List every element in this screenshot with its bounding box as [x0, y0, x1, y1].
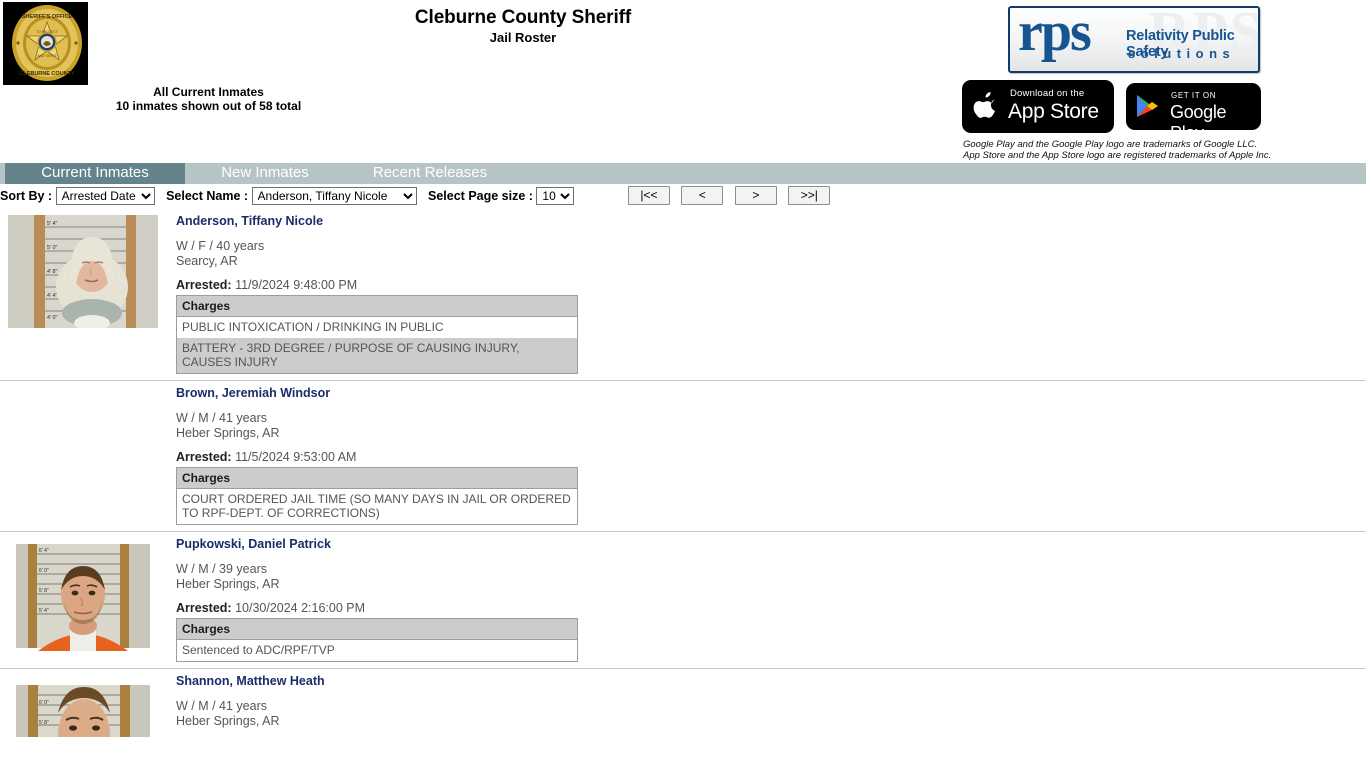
google-play-button[interactable]: GET IT ON Google Play — [1126, 83, 1261, 130]
inmate-roster: 5' 4" 5' 0" 4' 8" 4' 4" 4' 0" Anderson, Ti… — [0, 209, 1366, 768]
inmate-row: 6' 4" 6' 0" 5' 8" 5' 4" Pupkowski, Daniel … — [0, 532, 1366, 669]
svg-text:5' 4": 5' 4" — [47, 221, 58, 227]
arrested-label: Arrested: — [176, 278, 232, 292]
inmate-name-link[interactable]: Shannon, Matthew Heath — [176, 674, 325, 688]
inmate-row: 5' 4" 5' 0" 4' 8" 4' 4" 4' 0" Anderson, Ti… — [0, 209, 1366, 381]
inmate-demographics: W / M / 41 years Heber Springs, AR — [176, 699, 280, 728]
pager-last-button[interactable]: >>| — [788, 186, 831, 205]
pager-next-button[interactable]: > — [734, 186, 777, 205]
charges-header: Charges — [176, 467, 578, 489]
svg-text:5' 8": 5' 8" — [39, 588, 49, 594]
mugshot-image: 6' 4" 6' 0" 5' 8" 5' 4" — [8, 538, 158, 651]
roster-summary: All Current Inmates 10 inmates shown out… — [0, 85, 417, 113]
charge-text: PUBLIC INTOXICATION / DRINKING IN PUBLIC — [176, 316, 578, 338]
svg-text:5' 4": 5' 4" — [39, 608, 49, 614]
charge-text: BATTERY - 3RD DEGREE / PURPOSE OF CAUSIN… — [176, 338, 578, 374]
select-name-select[interactable]: Anderson, Tiffany NicoleBrown, Jeremiah … — [251, 186, 417, 205]
sort-by-select[interactable]: Arrested DateName — [55, 186, 155, 205]
roster-tabbar: Current Inmates New Inmates Recent Relea… — [0, 163, 1366, 184]
inmate-details: Anderson, Tiffany Nicole W / F / 40 year… — [176, 209, 1366, 374]
charge-row: BATTERY - 3RD DEGREE / PURPOSE OF CAUSIN… — [176, 338, 578, 374]
tab-new-inmates[interactable]: New Inmates — [190, 163, 340, 184]
inmate-row: 6' 0" 5' 8" Shannon, Matthew Heath W / M … — [0, 669, 1366, 768]
google-play-small-label: GET IT ON — [1171, 91, 1217, 100]
page-header: SHERIFF'S OFFICE CLEBURNE COUNTY TO PROT… — [0, 0, 1366, 163]
app-store-button[interactable]: Download on the App Store — [962, 80, 1114, 133]
inmate-name-link[interactable]: Anderson, Tiffany Nicole — [176, 214, 323, 228]
app-store-small-label: Download on the — [1010, 88, 1085, 99]
svg-text:4' 0": 4' 0" — [47, 315, 58, 321]
inmate-details: Pupkowski, Daniel Patrick W / M / 39 yea… — [176, 532, 1366, 662]
svg-text:6' 4": 6' 4" — [39, 548, 49, 554]
svg-text:AND SERVE: AND SERVE — [37, 54, 57, 58]
inmate-name-link[interactable]: Pupkowski, Daniel Patrick — [176, 537, 331, 551]
rps-wordmark: rps — [1018, 6, 1092, 63]
trademark-notice: Google Play and the Google Play logo are… — [963, 139, 1271, 161]
charge-row: COURT ORDERED JAIL TIME (SO MANY DAYS IN… — [176, 488, 578, 525]
charge-row: Sentenced to ADC/RPF/TVP — [176, 639, 578, 662]
trademark-line-1: Google Play and the Google Play logo are… — [963, 139, 1258, 150]
svg-text:CLEBURNE COUNTY: CLEBURNE COUNTY — [19, 71, 75, 77]
arrested-value: 11/9/2024 9:48:00 PM — [235, 278, 358, 292]
tab-current-inmates[interactable]: Current Inmates — [5, 163, 185, 184]
charges-header: Charges — [176, 295, 578, 317]
inmate-demographics: W / M / 41 years Heber Springs, AR — [176, 411, 280, 440]
charge-row: PUBLIC INTOXICATION / DRINKING IN PUBLIC — [176, 316, 578, 338]
arrested-value: 10/30/2024 2:16:00 PM — [235, 601, 366, 615]
inmate-details: Brown, Jeremiah Windsor W / M / 41 years… — [176, 381, 1366, 525]
inmate-arrested: Arrested: 11/5/2024 9:53:00 AM — [176, 450, 1366, 464]
charges-table: Charges COURT ORDERED JAIL TIME (SO MANY… — [176, 467, 578, 525]
svg-text:4' 4": 4' 4" — [47, 293, 58, 299]
mugshot-image: 6' 0" 5' 8" — [8, 675, 158, 737]
inmate-arrested: Arrested: 11/9/2024 9:48:00 PM — [176, 278, 1366, 292]
charge-text: Sentenced to ADC/RPF/TVP — [176, 639, 578, 662]
charges-table: Charges PUBLIC INTOXICATION / DRINKING I… — [176, 295, 578, 374]
trademark-line-2: App Store and the App Store logo are reg… — [963, 150, 1272, 161]
rps-tagline-2: solutions — [1128, 46, 1236, 61]
pager-first-button[interactable]: |<< — [627, 186, 670, 205]
page-subtitle: Jail Roster — [489, 30, 557, 45]
roster-summary-line1: All Current Inmates — [153, 85, 264, 99]
page-size-select[interactable]: 102550 — [536, 186, 575, 205]
inmate-mugshot: 6' 0" 5' 8" — [8, 675, 158, 768]
svg-text:6' 0": 6' 0" — [39, 568, 49, 574]
tab-recent-releases[interactable]: Recent Releases — [350, 163, 510, 184]
inmate-name-link[interactable]: Brown, Jeremiah Windsor — [176, 386, 330, 400]
inmate-mugshot: 6' 4" 6' 0" 5' 8" 5' 4" — [8, 538, 158, 651]
svg-text:6' 0": 6' 0" — [39, 700, 49, 706]
charges-table: Charges Sentenced to ADC/RPF/TVP — [176, 618, 578, 662]
app-store-big-label: App Store — [1008, 100, 1099, 123]
svg-text:5' 0": 5' 0" — [47, 245, 58, 251]
google-play-big-label: Google Play — [1170, 102, 1227, 130]
arrested-label: Arrested: — [176, 601, 232, 615]
arrested-value: 11/5/2024 9:53:00 AM — [235, 450, 357, 464]
page-title: Cleburne County Sheriff — [414, 7, 632, 28]
svg-text:4' 8": 4' 8" — [47, 269, 58, 275]
inmate-row: Brown, Jeremiah Windsor W / M / 41 years… — [0, 381, 1366, 532]
inmate-demographics: W / M / 39 years Heber Springs, AR — [176, 562, 280, 591]
roster-controls: Sort By : Arrested DateName Select Name … — [0, 184, 1366, 209]
rps-logo: RPS rps Relativity Public Safety solutio… — [1008, 6, 1260, 73]
svg-text:5' 8": 5' 8" — [39, 720, 49, 726]
arrested-label: Arrested: — [176, 450, 232, 464]
charge-text: COURT ORDERED JAIL TIME (SO MANY DAYS IN… — [176, 488, 578, 525]
sort-by-label: Sort By : — [0, 188, 53, 203]
inmate-arrested: Arrested: 10/30/2024 2:16:00 PM — [176, 601, 1366, 615]
charges-header: Charges — [176, 618, 578, 640]
pager-prev-button[interactable]: < — [681, 186, 724, 205]
inmate-mugshot: 5' 4" 5' 0" 4' 8" 4' 4" 4' 0" — [8, 215, 158, 328]
inmate-demographics: W / F / 40 years Searcy, AR — [176, 239, 265, 268]
select-name-label: Select Name : — [166, 188, 249, 203]
pagination: |<< < > >>| — [627, 186, 838, 205]
page-title-block: Cleburne County Sheriff Jail Roster — [0, 6, 1046, 46]
page-size-label: Select Page size : — [428, 188, 533, 203]
inmate-details: Shannon, Matthew Heath W / M / 41 years H… — [176, 669, 1366, 728]
roster-summary-line2: 10 inmates shown out of 58 total — [115, 99, 302, 113]
mugshot-image: 5' 4" 5' 0" 4' 8" 4' 4" 4' 0" — [8, 215, 158, 328]
